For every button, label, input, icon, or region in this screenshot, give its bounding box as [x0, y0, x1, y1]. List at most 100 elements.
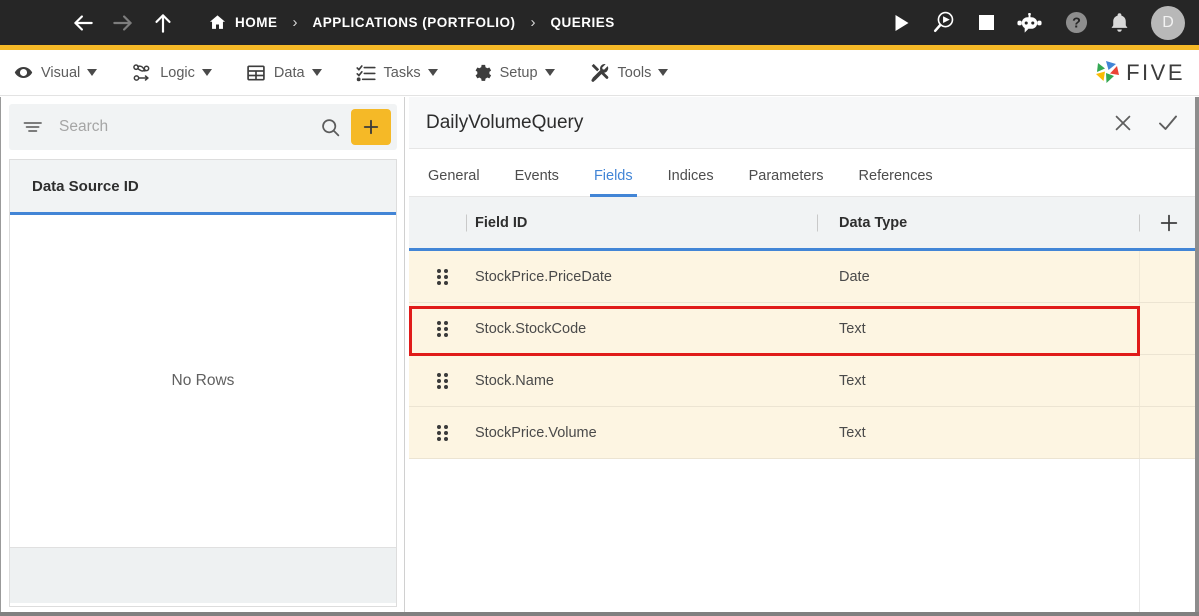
chevron-down-icon [87, 69, 98, 76]
tab-indices[interactable]: Indices [668, 168, 714, 196]
window-bottom-edge [0, 612, 1199, 616]
cell-field-id[interactable]: StockPrice.PriceDate [475, 251, 817, 302]
cell-data-type[interactable]: Text [817, 303, 1139, 354]
debug-icon[interactable] [932, 10, 957, 35]
five-pinwheel-icon [1096, 60, 1120, 83]
cell-data-type[interactable]: Date [817, 251, 1139, 302]
arrow-left-icon[interactable] [68, 8, 98, 38]
topbar-actions: ? D [871, 5, 1185, 40]
cell-field-id[interactable]: Stock.Name [475, 355, 817, 406]
menu-item-label: Data [273, 64, 305, 81]
menu-item-setup[interactable]: Setup [472, 63, 555, 83]
stop-icon[interactable] [979, 15, 994, 30]
data-source-list-card: Data Source ID No Rows [9, 159, 397, 607]
fields-grid-empty-area [409, 459, 1198, 614]
chevron-down-icon [658, 69, 669, 76]
table-row[interactable]: StockPrice.PriceDate Date [409, 251, 1198, 303]
tab-fields[interactable]: Fields [589, 168, 637, 197]
query-title-bar: DailyVolumeQuery [409, 97, 1198, 149]
page-title: DailyVolumeQuery [426, 111, 584, 133]
tab-general[interactable]: General [428, 168, 480, 196]
checklist-icon [355, 63, 376, 83]
check-icon[interactable] [1156, 111, 1180, 135]
breadcrumb-item-queries[interactable]: QUERIES [551, 15, 615, 30]
cell-data-type[interactable]: Text [817, 407, 1139, 458]
search-icon[interactable] [320, 117, 341, 138]
hamburger-icon[interactable] [18, 15, 40, 31]
menu-item-label: Tasks [383, 64, 421, 81]
chevron-down-icon [201, 69, 212, 76]
tab-references[interactable]: References [859, 168, 933, 196]
arrow-up-icon[interactable] [148, 8, 178, 38]
five-logo[interactable]: FIVE [1092, 59, 1185, 87]
table-row[interactable]: Stock.Name Text [409, 355, 1198, 407]
add-button[interactable] [351, 109, 391, 145]
menu-item-data[interactable]: Data [246, 63, 322, 83]
tools-icon [589, 63, 610, 83]
notifications-icon[interactable] [1110, 12, 1129, 33]
plus-icon[interactable] [1158, 212, 1180, 234]
cell-divider [1139, 303, 1140, 354]
panel-divider[interactable] [404, 97, 405, 615]
menu-item-visual[interactable]: Visual [14, 63, 98, 82]
cell-field-id[interactable]: Stock.StockCode [475, 303, 817, 354]
menu-item-logic[interactable]: Logic [131, 63, 212, 83]
eye-icon [14, 63, 33, 82]
application-menu-bar: Visual Logic Data Tasks Setup Tools FIVE [0, 50, 1199, 96]
data-source-id-column-header[interactable]: Data Source ID [10, 160, 396, 215]
column-separator [1139, 214, 1140, 231]
column-separator [466, 214, 467, 231]
fields-grid-header: Field ID Data Type [409, 197, 1198, 251]
menu-item-label: Setup [499, 64, 538, 81]
column-header-label: Field ID [475, 214, 528, 231]
search-input[interactable] [57, 117, 320, 137]
cell-divider [1139, 459, 1140, 614]
home-icon[interactable] [208, 13, 227, 32]
drag-handle-icon[interactable] [409, 424, 475, 441]
window-right-edge [1195, 97, 1199, 616]
add-field-column[interactable] [1139, 197, 1198, 248]
tab-parameters[interactable]: Parameters [749, 168, 824, 196]
breadcrumb-separator: › [292, 14, 298, 31]
five-logo-text: FIVE [1126, 59, 1185, 85]
avatar[interactable]: D [1151, 5, 1185, 40]
fields-grid: Field ID Data Type StockPrice.PriceDate [409, 197, 1198, 614]
svg-text:?: ? [1072, 16, 1081, 32]
menu-item-tools[interactable]: Tools [589, 63, 669, 83]
chevron-down-icon [544, 69, 555, 76]
column-header-label: Data Type [839, 214, 908, 231]
table-row[interactable]: StockPrice.Volume Text [409, 407, 1198, 459]
empty-state-message: No Rows [171, 372, 235, 389]
filter-icon[interactable] [23, 119, 43, 135]
gear-icon [472, 63, 492, 83]
chevron-down-icon [311, 69, 322, 76]
breadcrumb-item-applications[interactable]: APPLICATIONS (PORTFOLIO) [313, 15, 516, 30]
close-icon[interactable] [1112, 112, 1134, 134]
table-row[interactable]: Stock.StockCode Text [409, 303, 1198, 355]
menu-item-tasks[interactable]: Tasks [355, 63, 438, 83]
run-icon[interactable] [893, 14, 910, 32]
cell-data-type[interactable]: Text [817, 355, 1139, 406]
column-header-data-type[interactable]: Data Type [817, 197, 1139, 248]
tab-events[interactable]: Events [515, 168, 559, 196]
breadcrumb-item-home[interactable]: HOME [235, 15, 278, 30]
cell-divider [1139, 355, 1140, 406]
search-bar [9, 104, 397, 150]
right-panel: DailyVolumeQuery General Events Fields I… [409, 97, 1198, 615]
menu-item-label: Tools [617, 64, 652, 81]
left-panel: Data Source ID No Rows [1, 97, 404, 615]
arrow-right-icon[interactable] [108, 8, 138, 38]
chevron-down-icon [427, 69, 438, 76]
chatbot-icon[interactable] [1016, 12, 1043, 33]
logic-graph-icon [131, 63, 152, 83]
breadcrumb: HOME › APPLICATIONS (PORTFOLIO) › QUERIE… [208, 13, 615, 32]
drag-handle-icon[interactable] [409, 320, 475, 337]
column-header-field-id[interactable]: Field ID [409, 197, 817, 248]
drag-handle-icon[interactable] [409, 268, 475, 285]
menu-item-label: Logic [160, 64, 195, 81]
drag-handle-icon[interactable] [409, 372, 475, 389]
help-icon[interactable]: ? [1065, 11, 1088, 34]
cell-field-id[interactable]: StockPrice.Volume [475, 407, 817, 458]
query-tab-bar: General Events Fields Indices Parameters… [409, 149, 1198, 197]
menu-item-label: Visual [41, 64, 81, 81]
